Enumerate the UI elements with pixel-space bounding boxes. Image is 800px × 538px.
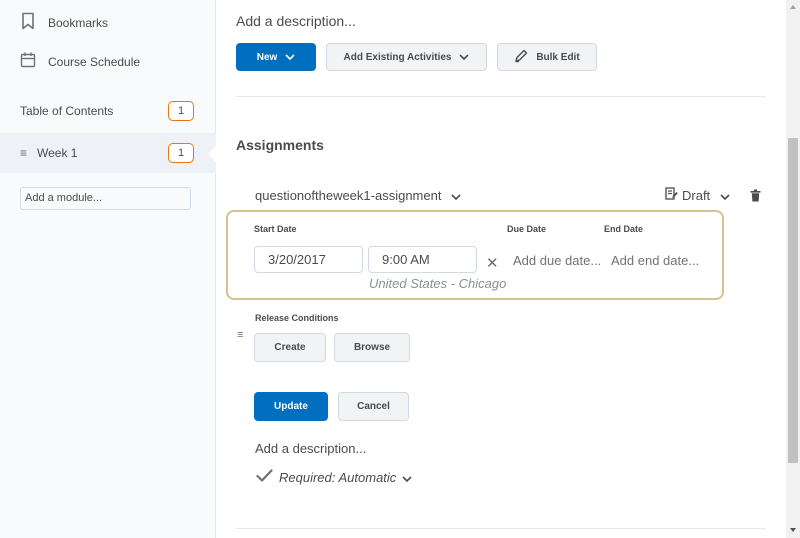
- timezone-label: United States - Chicago: [369, 276, 507, 291]
- end-date-label: End Date: [604, 224, 644, 234]
- scroll-up-icon[interactable]: [790, 5, 796, 9]
- topic-title[interactable]: questionoftheweek1-assignment: [255, 188, 462, 203]
- module-week-1[interactable]: ≡ Week 1 1: [0, 133, 217, 173]
- calendar-icon: [20, 51, 36, 72]
- draft-icon: [665, 187, 678, 204]
- toc-label: Table of Contents: [20, 104, 114, 118]
- chevron-down-icon: [285, 52, 295, 63]
- release-conditions-label: Release Conditions: [255, 313, 339, 323]
- update-button[interactable]: Update: [254, 392, 328, 421]
- drag-handle-icon[interactable]: ≡: [237, 329, 243, 341]
- bookmarks-link[interactable]: Bookmarks: [20, 12, 108, 33]
- start-date-input[interactable]: 3/20/2017: [254, 246, 363, 273]
- end-date-input[interactable]: Add end date...: [611, 253, 699, 268]
- add-existing-label: Add Existing Activities: [343, 51, 452, 63]
- completion-text: Required: Automatic: [279, 469, 397, 485]
- due-date-input[interactable]: Add due date...: [513, 253, 601, 268]
- course-schedule-label: Course Schedule: [48, 54, 141, 69]
- completion-dropdown[interactable]: Required: Automatic: [256, 469, 412, 485]
- start-date-label: Start Date: [254, 224, 297, 234]
- module-description[interactable]: Add a description...: [236, 13, 356, 29]
- close-icon[interactable]: ✕: [486, 254, 499, 272]
- divider: [236, 96, 766, 97]
- dates-panel: Start Date Due Date End Date 3/20/2017 9…: [226, 210, 724, 300]
- toc-count-badge: 1: [168, 101, 194, 121]
- topic-title-text: questionoftheweek1-assignment: [255, 188, 442, 203]
- add-existing-activities-button[interactable]: Add Existing Activities: [326, 43, 487, 71]
- start-time-input[interactable]: 9:00 AM: [368, 246, 477, 273]
- course-schedule-link[interactable]: Course Schedule: [20, 51, 140, 72]
- topic-description[interactable]: Add a description...: [255, 441, 366, 456]
- module-count-badge: 1: [168, 143, 194, 163]
- chevron-down-icon: [720, 188, 730, 203]
- bookmark-icon: [20, 12, 36, 33]
- module-label: Week 1: [37, 146, 78, 160]
- trash-icon[interactable]: [750, 189, 761, 207]
- pencil-icon: [514, 49, 528, 66]
- drag-handle-icon[interactable]: ≡: [20, 146, 27, 160]
- chevron-down-icon: [459, 52, 470, 63]
- chevron-down-icon[interactable]: [451, 188, 462, 203]
- new-button-label: New: [256, 51, 278, 63]
- section-title[interactable]: Assignments: [236, 137, 324, 153]
- due-date-label: Due Date: [507, 224, 547, 234]
- sidebar: Bookmarks Course Schedule Table of Conte…: [0, 0, 217, 538]
- scrollbar-thumb[interactable]: [788, 138, 798, 463]
- scroll-down-icon[interactable]: [790, 528, 796, 532]
- status-dropdown[interactable]: Draft: [665, 187, 730, 204]
- bulk-edit-label: Bulk Edit: [536, 51, 580, 63]
- divider: [236, 528, 766, 529]
- cancel-button[interactable]: Cancel: [338, 392, 409, 421]
- create-button[interactable]: Create: [254, 333, 326, 362]
- bulk-edit-button[interactable]: Bulk Edit: [497, 43, 597, 71]
- chevron-down-icon: [402, 470, 412, 485]
- checkmark-icon: [256, 469, 273, 485]
- bookmarks-label: Bookmarks: [48, 15, 109, 30]
- new-button[interactable]: New: [236, 43, 316, 71]
- table-of-contents-item[interactable]: Table of Contents 1: [0, 91, 216, 131]
- add-module-input[interactable]: Add a module...: [20, 187, 191, 210]
- browse-button[interactable]: Browse: [334, 333, 410, 362]
- status-text: Draft: [682, 188, 711, 203]
- main-content: Add a description... New Add Existing Ac…: [216, 0, 786, 538]
